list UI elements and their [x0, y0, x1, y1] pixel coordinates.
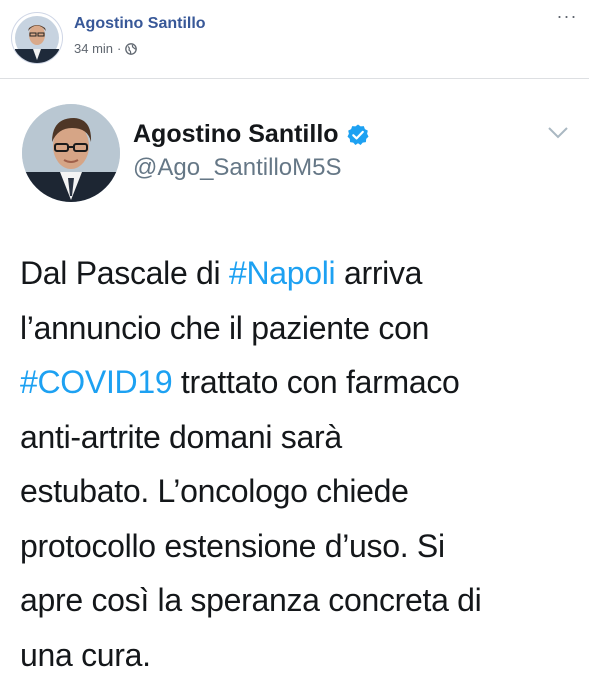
tweet-text-line: #COVID19 trattato con farmaco	[20, 355, 580, 410]
meta-separator: ·	[117, 41, 121, 56]
tweet-text-line: protocollo estensione d’uso. Si	[20, 519, 580, 574]
more-options-icon[interactable]: ···	[555, 10, 579, 30]
embedded-tweet: Agostino Santillo @Ago_SantilloM5S Dal P…	[0, 90, 589, 679]
post-header: Agostino Santillo 34 min · ···	[0, 0, 589, 78]
tweet-display-name[interactable]: Agostino Santillo	[133, 120, 370, 149]
hashtag-link[interactable]: #COVID19	[20, 364, 172, 400]
verified-badge-icon	[346, 123, 370, 147]
tweet-text-segment: Dal Pascale di	[20, 255, 229, 291]
author-avatar-image	[12, 13, 62, 63]
tweet-text-line: anti-artrite domani sarà	[20, 410, 580, 465]
tweet-text-line: Dal Pascale di #Napoli arriva	[20, 246, 580, 301]
tweet-text-segment: una cura.	[20, 637, 151, 673]
tweet-text-segment: arriva	[335, 255, 422, 291]
tweet-avatar	[22, 104, 120, 202]
author-name[interactable]: Agostino Santillo	[74, 15, 206, 33]
tweet-text-segment: anti-artrite domani sarà	[20, 419, 342, 455]
header-divider	[0, 78, 589, 79]
tweet-text-segment: apre così la speranza concreta di	[20, 582, 481, 618]
tweet-text-line: estubato. L’oncologo chiede	[20, 464, 580, 519]
tweet-text-line: una cura.	[20, 628, 580, 682]
tweet-text-line: apre così la speranza concreta di	[20, 573, 580, 628]
tweet-text-segment: l’annuncio che il paziente con	[20, 310, 429, 346]
tweet-handle[interactable]: @Ago_SantilloM5S	[133, 154, 341, 182]
tweet-text-segment: estubato. L’oncologo chiede	[20, 473, 409, 509]
tweet-body: Dal Pascale di #Napoli arriva l’annuncio …	[20, 246, 580, 682]
author-avatar[interactable]	[12, 13, 62, 63]
post-timestamp[interactable]: 34 min	[74, 41, 113, 56]
chevron-down-icon[interactable]	[547, 126, 569, 140]
post-meta: 34 min ·	[74, 41, 137, 56]
tweet-avatar-image	[22, 104, 120, 202]
tweet-text-line: l’annuncio che il paziente con	[20, 301, 580, 356]
tweet-text-segment: trattato con farmaco	[172, 364, 459, 400]
globe-icon[interactable]	[125, 43, 137, 55]
tweet-display-name-text: Agostino Santillo	[133, 120, 339, 149]
hashtag-link[interactable]: #Napoli	[229, 255, 335, 291]
tweet-text-segment: protocollo estensione d’uso. Si	[20, 528, 445, 564]
